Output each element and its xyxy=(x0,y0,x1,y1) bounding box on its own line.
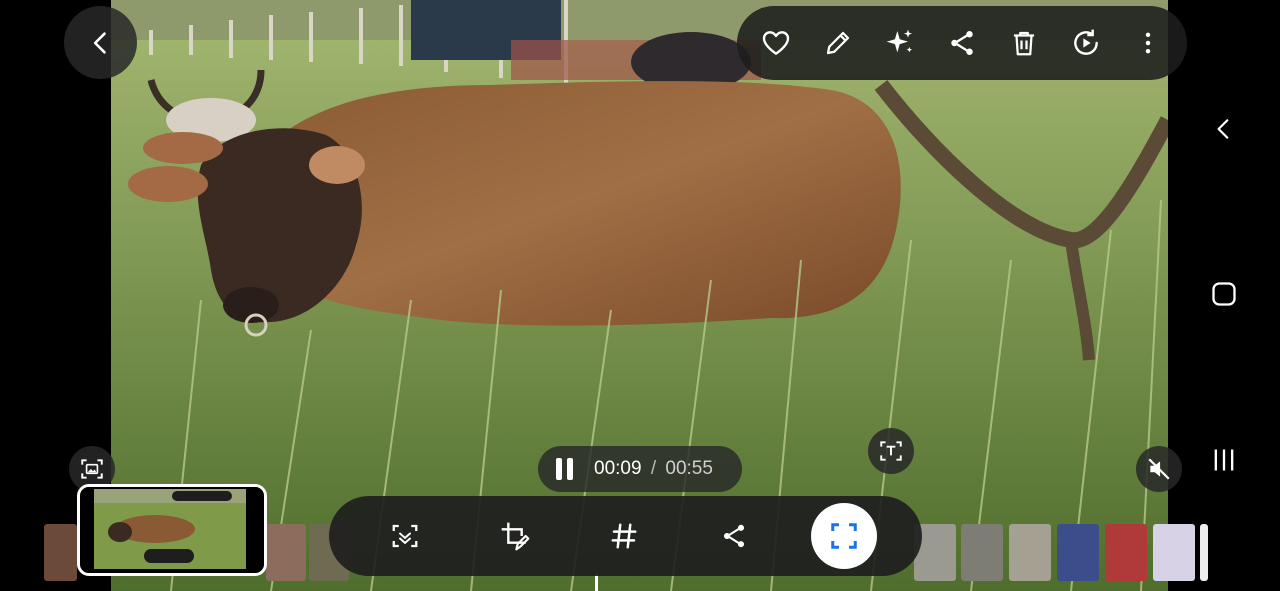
focus-scan-button[interactable] xyxy=(811,503,877,569)
text-recognition-button[interactable] xyxy=(868,428,914,474)
favorite-button[interactable] xyxy=(753,20,799,66)
sparkle-icon xyxy=(886,29,912,53)
filmstrip-thumb[interactable] xyxy=(1200,524,1208,581)
playback-controls: 00:09 / 00:55 xyxy=(538,446,742,492)
filmstrip-thumb[interactable] xyxy=(1153,524,1195,581)
nav-recents-icon xyxy=(1214,449,1234,471)
share-button[interactable] xyxy=(939,20,985,66)
bottom-action-bar xyxy=(329,496,922,576)
mute-button[interactable] xyxy=(1136,446,1182,492)
pause-icon xyxy=(556,458,562,480)
share-icon xyxy=(723,524,745,548)
speaker-muted-icon xyxy=(1148,458,1170,480)
nav-back-icon xyxy=(1217,119,1229,139)
heart-icon xyxy=(762,31,790,55)
edit-crop-button[interactable] xyxy=(491,512,539,560)
filmstrip-thumb[interactable] xyxy=(1105,524,1147,581)
pause-button[interactable] xyxy=(556,458,578,480)
filmstrip-current-thumb[interactable] xyxy=(77,484,267,576)
text-scan-icon xyxy=(880,441,902,461)
filmstrip-thumb[interactable] xyxy=(1009,524,1051,581)
filmstrip-thumb[interactable] xyxy=(266,524,306,581)
filmstrip-thumb[interactable] xyxy=(961,524,1003,581)
filmstrip-thumb[interactable] xyxy=(44,524,77,581)
top-toolbar xyxy=(737,6,1187,80)
pencil-icon xyxy=(826,31,850,55)
edit-crop-icon xyxy=(501,522,530,551)
nav-home-button[interactable] xyxy=(1204,274,1244,314)
more-options-button[interactable] xyxy=(1125,20,1171,66)
filmstrip-thumb[interactable] xyxy=(1057,524,1099,581)
scan-frame-button[interactable] xyxy=(381,512,429,560)
share-icon xyxy=(951,31,973,55)
scan-frame-icon xyxy=(392,524,418,548)
nav-home-icon xyxy=(1212,282,1236,306)
current-time: 00:09 xyxy=(594,458,642,479)
more-vertical-icon xyxy=(1145,32,1151,54)
nav-back-button[interactable] xyxy=(1204,109,1244,149)
hashtag-icon xyxy=(611,523,637,549)
screen-capture-icon xyxy=(81,459,103,479)
hashtag-button[interactable] xyxy=(600,512,648,560)
focus-scan-icon xyxy=(831,523,857,549)
current-thumb-preview xyxy=(80,487,264,573)
replay-button[interactable] xyxy=(1063,20,1109,66)
trash-icon xyxy=(1014,31,1034,56)
filmstrip-playhead[interactable] xyxy=(595,574,598,591)
time-separator: / xyxy=(650,458,657,479)
system-navigation-bar xyxy=(1168,0,1280,591)
ai-enhance-button[interactable] xyxy=(877,20,923,66)
nav-recents-button[interactable] xyxy=(1204,440,1244,480)
share-action-button[interactable] xyxy=(710,512,758,560)
chevron-left-icon xyxy=(93,31,106,54)
time-display: 00:09 / 00:55 xyxy=(594,458,713,480)
total-time: 00:55 xyxy=(665,458,713,479)
delete-button[interactable] xyxy=(1001,20,1047,66)
replay-icon xyxy=(1074,29,1098,55)
edit-button[interactable] xyxy=(815,20,861,66)
back-button[interactable] xyxy=(64,6,137,79)
